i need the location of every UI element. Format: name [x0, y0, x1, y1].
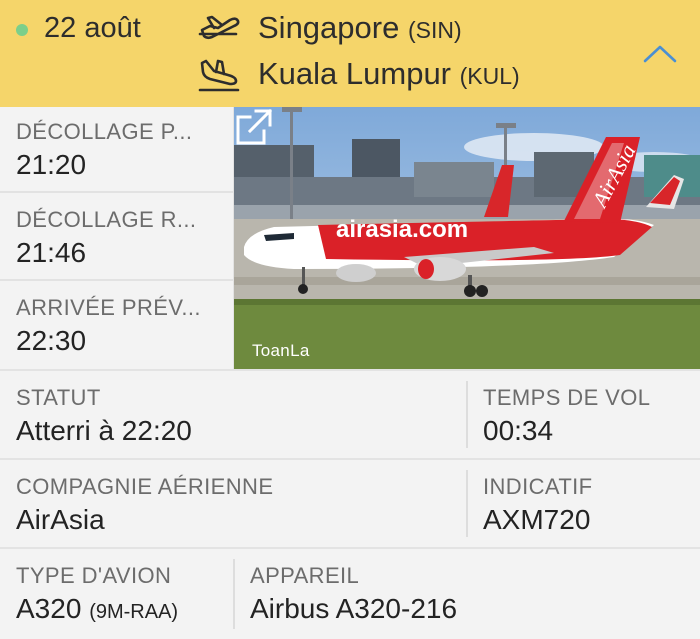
times-column: DÉCOLLAGE P... 21:20 DÉCOLLAGE R... 21:4… — [0, 107, 233, 369]
aircraft-type-label: TYPE D'AVION — [16, 563, 172, 588]
arrival-city: Kuala Lumpur — [258, 56, 452, 91]
aircraft-photo[interactable]: airasia.com AirAsia ToanLa — [234, 107, 700, 369]
arrival-airport: Kuala Lumpur (KUL) — [258, 56, 520, 92]
aircraft-label: APPAREIL — [250, 563, 360, 588]
estimated-arrival-label: ARRIVÉE PRÉV... — [16, 295, 201, 320]
livery-text: airasia.com — [336, 216, 468, 243]
aircraft-photo-illustration: airasia.com AirAsia — [234, 107, 700, 369]
flight-time-label: TEMPS DE VOL — [483, 385, 651, 410]
aircraft-cell: APPAREIL Airbus A320-216 — [234, 549, 700, 639]
plane-landing-icon — [198, 59, 240, 92]
callsign-value: AXM720 — [483, 504, 591, 535]
aircraft-type-model: A320 — [16, 593, 82, 624]
plane-takeoff-icon — [198, 15, 240, 40]
aircraft-type-cell: TYPE D'AVION A320 (9M-RAA) — [0, 549, 233, 639]
flight-time-cell: TEMPS DE VOL 00:34 — [467, 371, 700, 458]
airline-label: COMPAGNIE AÉRIENNE — [16, 474, 274, 499]
airline-value: AirAsia — [16, 504, 105, 535]
actual-departure: DÉCOLLAGE R... 21:46 — [0, 195, 233, 281]
photo-credit: ToanLa — [252, 341, 310, 360]
airline-row: COMPAGNIE AÉRIENNE AirAsia INDICATIF AXM… — [0, 460, 700, 547]
aircraft-value: Airbus A320-216 — [250, 593, 458, 624]
status-row: STATUT Atterri à 22:20 TEMPS DE VOL 00:3… — [0, 371, 700, 458]
chevron-up-icon[interactable] — [636, 36, 684, 72]
airline-cell: COMPAGNIE AÉRIENNE AirAsia — [0, 460, 466, 547]
status-value: Atterri à 22:20 — [16, 415, 192, 446]
scheduled-departure-label: DÉCOLLAGE P... — [16, 119, 193, 144]
departure-airport: Singapore (SIN) — [258, 10, 462, 46]
external-link-icon[interactable] — [234, 107, 274, 147]
departure-city: Singapore — [258, 10, 400, 45]
actual-departure-label: DÉCOLLAGE R... — [16, 207, 197, 232]
actual-departure-value: 21:46 — [16, 237, 87, 268]
aircraft-registration: (9M-RAA) — [89, 601, 179, 623]
aircraft-row: TYPE D'AVION A320 (9M-RAA) APPAREIL Airb… — [0, 549, 700, 639]
estimated-arrival: ARRIVÉE PRÉV... 22:30 — [0, 283, 233, 369]
aircraft-type-value: A320 (9M-RAA) — [16, 593, 178, 625]
scheduled-departure: DÉCOLLAGE P... 21:20 — [0, 107, 233, 193]
status-dot — [16, 24, 28, 36]
status-cell: STATUT Atterri à 22:20 — [0, 371, 466, 458]
estimated-arrival-value: 22:30 — [16, 325, 87, 356]
arrival-code: (KUL) — [459, 63, 520, 89]
scheduled-departure-value: 21:20 — [16, 149, 87, 180]
departure-code: (SIN) — [407, 17, 462, 43]
flight-time-value: 00:34 — [483, 415, 554, 446]
callsign-label: INDICATIF — [483, 474, 593, 499]
flight-date: 22 août — [44, 12, 141, 44]
flight-header[interactable]: 22 août Singapore (SIN) Kuala Lumpur (KU… — [0, 0, 700, 107]
status-label: STATUT — [16, 385, 101, 410]
callsign-cell: INDICATIF AXM720 — [467, 460, 700, 547]
